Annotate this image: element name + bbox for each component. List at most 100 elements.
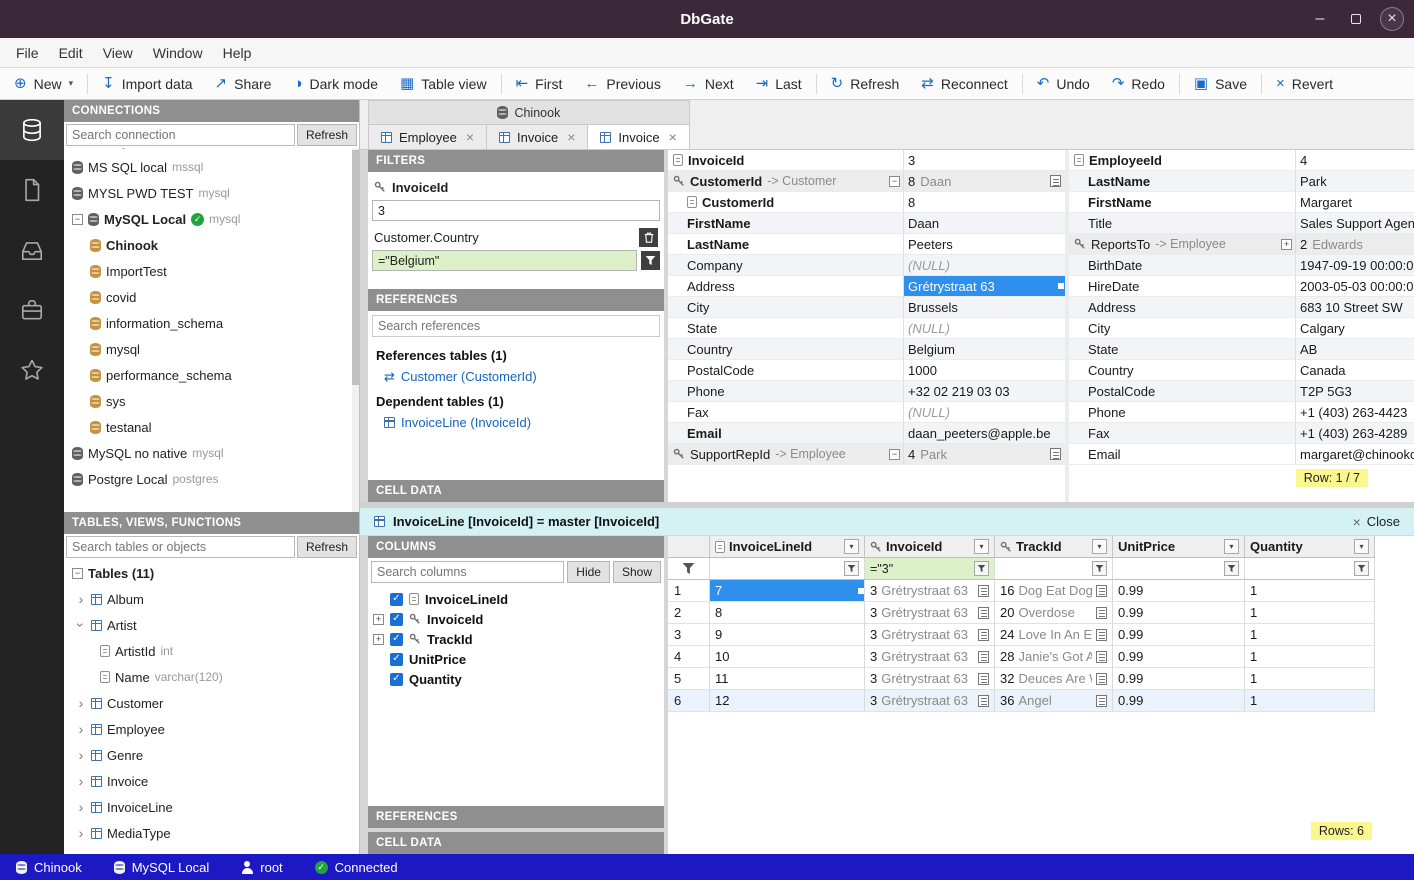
close-detail-button[interactable]: × Close <box>1353 514 1400 530</box>
grid-cell[interactable]: 3Grétrystraat 63 <box>865 646 995 668</box>
maximize-button[interactable] <box>1344 7 1368 31</box>
column-filter-input[interactable] <box>1250 562 1350 576</box>
connection-item-sys[interactable]: sys <box>64 388 359 414</box>
field-label[interactable]: City <box>1069 318 1295 338</box>
table-item-invoice[interactable]: ›Invoice <box>64 768 359 794</box>
connection-item-importtest[interactable]: ImportTest <box>64 258 359 284</box>
activity-plugins[interactable] <box>0 280 64 340</box>
field-value[interactable]: margaret@chinookcorp.com <box>1295 444 1414 464</box>
filter-menu-button[interactable] <box>1224 561 1239 576</box>
grid-cell[interactable]: 16Dog Eat Dog <box>995 580 1113 602</box>
column-menu-button[interactable]: ▾ <box>1354 539 1369 554</box>
column-filter-input[interactable] <box>870 562 970 576</box>
connection-item-performance-schema[interactable]: performance_schema <box>64 362 359 388</box>
grid-cell[interactable]: 32Deuces Are Wild <box>995 668 1113 690</box>
field-label[interactable]: Address <box>668 276 903 296</box>
grid-cell[interactable]: 1 <box>1245 624 1375 646</box>
field-label[interactable]: Address <box>1069 297 1295 317</box>
toolbar-table-view-button[interactable]: ▦Table view <box>389 68 498 99</box>
expand-icon[interactable]: + <box>373 614 384 625</box>
filter-menu-button[interactable] <box>1092 561 1107 576</box>
connection-item-covid[interactable]: covid <box>64 284 359 310</box>
filter-options-button[interactable] <box>641 251 660 270</box>
toolbar-revert-button[interactable]: ×Revert <box>1265 68 1344 99</box>
close-tab-icon[interactable]: × <box>466 129 474 145</box>
status-item-connected[interactable]: ✓Connected <box>315 860 398 875</box>
tables-refresh-button[interactable]: Refresh <box>297 536 357 558</box>
connection-item-ms-sql-local[interactable]: MS SQL localmssql <box>64 154 359 180</box>
filter-menu-button[interactable] <box>1354 561 1369 576</box>
activity-archive[interactable] <box>0 220 64 280</box>
connection-item-postgre-local[interactable]: Postgre Localpostgres <box>64 466 359 492</box>
table-item-album[interactable]: ›Album <box>64 586 359 612</box>
close-tab-icon[interactable]: × <box>567 129 575 145</box>
activity-connections[interactable] <box>0 100 64 160</box>
row-number[interactable]: 3 <box>668 624 710 646</box>
column-menu-button[interactable]: ▾ <box>974 539 989 554</box>
field-label[interactable]: EmployeeId <box>1069 150 1295 170</box>
field-value[interactable]: 8Daan <box>903 171 1065 191</box>
field-value[interactable]: 2003-05-03 00:00:00 <box>1295 276 1414 296</box>
toolbar-redo-button[interactable]: ↷Redo <box>1101 68 1176 99</box>
grid-cell[interactable]: 1 <box>1245 580 1375 602</box>
field-label[interactable]: FirstName <box>1069 192 1295 212</box>
row-number[interactable]: 5 <box>668 668 710 690</box>
grid-cell[interactable]: 0.99 <box>1113 668 1245 690</box>
column-filter-input[interactable] <box>715 562 840 576</box>
field-label[interactable]: HireDate <box>1069 276 1295 296</box>
field-value[interactable]: 4 <box>1295 150 1414 170</box>
toolbar-next-button[interactable]: →Next <box>672 68 745 99</box>
status-item-root[interactable]: root <box>241 860 282 875</box>
show-column-button[interactable]: Show <box>613 561 661 583</box>
grid-cell[interactable]: 3Grétrystraat 63 <box>865 624 995 646</box>
toolbar-new-button[interactable]: ⊕New▾ <box>3 68 84 99</box>
field-label[interactable]: Fax <box>668 402 903 422</box>
toolbar-refresh-button[interactable]: ↻Refresh <box>820 68 911 99</box>
filter-value-input[interactable] <box>372 250 637 271</box>
collapse-icon[interactable]: − <box>72 568 83 579</box>
grid-cell[interactable]: 12 <box>710 690 865 712</box>
grid-cell[interactable]: 1 <box>1245 690 1375 712</box>
field-label[interactable]: Company <box>668 255 903 275</box>
tables-group[interactable]: −Tables (11) <box>64 560 359 586</box>
column-menu-button[interactable]: ▾ <box>844 539 859 554</box>
column-toggle-trackid[interactable]: +✓TrackId <box>368 629 664 649</box>
grid-cell[interactable]: 0.99 <box>1113 602 1245 624</box>
connection-item-mysql-no-native[interactable]: MySQL no nativemysql <box>64 440 359 466</box>
field-label[interactable]: InvoiceId <box>668 150 903 170</box>
column-menu-button[interactable]: ▾ <box>1092 539 1107 554</box>
field-value[interactable]: (NULL) <box>903 402 1065 422</box>
tab-employee-1[interactable]: Employee× <box>368 124 487 150</box>
grid-cell[interactable]: 3Grétrystraat 63 <box>865 580 995 602</box>
row-number[interactable]: 4 <box>668 646 710 668</box>
field-value[interactable]: 683 10 Street SW <box>1295 297 1414 317</box>
table-item-customer[interactable]: ›Customer <box>64 690 359 716</box>
field-value[interactable]: +32 02 219 03 03 <box>903 381 1065 401</box>
field-value[interactable]: Brussels <box>903 297 1065 317</box>
toolbar-dark-mode-button[interactable]: ◑Dark mode <box>282 68 389 99</box>
field-label[interactable]: BirthDate <box>1069 255 1295 275</box>
field-label[interactable]: CustomerId-> Customer− <box>668 171 903 191</box>
column-toggle-quantity[interactable]: ✓Quantity <box>368 669 664 689</box>
connection-item-chinook[interactable]: Chinook <box>64 232 359 258</box>
checkbox-icon[interactable]: ✓ <box>390 673 403 686</box>
field-value[interactable]: 2Edwards <box>1295 234 1414 254</box>
toolbar-previous-button[interactable]: ←Previous <box>573 68 671 99</box>
field-value[interactable]: (NULL) <box>903 318 1065 338</box>
grid-cell[interactable]: 1 <box>1245 668 1375 690</box>
activity-files[interactable] <box>0 160 64 220</box>
grid-cell[interactable]: 7 <box>710 580 865 602</box>
grid-cell[interactable]: 1 <box>1245 646 1375 668</box>
column-header-invoiceid[interactable]: InvoiceId▾ <box>865 536 995 558</box>
field-label[interactable]: City <box>668 297 903 317</box>
tab-invoice-3[interactable]: Invoice× <box>588 124 689 150</box>
field-value[interactable]: Margaret <box>1295 192 1414 212</box>
checkbox-icon[interactable]: ✓ <box>390 653 403 666</box>
connections-scrollbar[interactable] <box>352 148 359 512</box>
columns-search-input[interactable] <box>371 561 564 583</box>
filter-menu-button[interactable] <box>974 561 989 576</box>
tab-invoice-2[interactable]: Invoice× <box>487 124 588 150</box>
grid-cell[interactable]: 8 <box>710 602 865 624</box>
minimize-button[interactable]: – <box>1308 7 1332 31</box>
grid-cell[interactable]: 0.99 <box>1113 690 1245 712</box>
